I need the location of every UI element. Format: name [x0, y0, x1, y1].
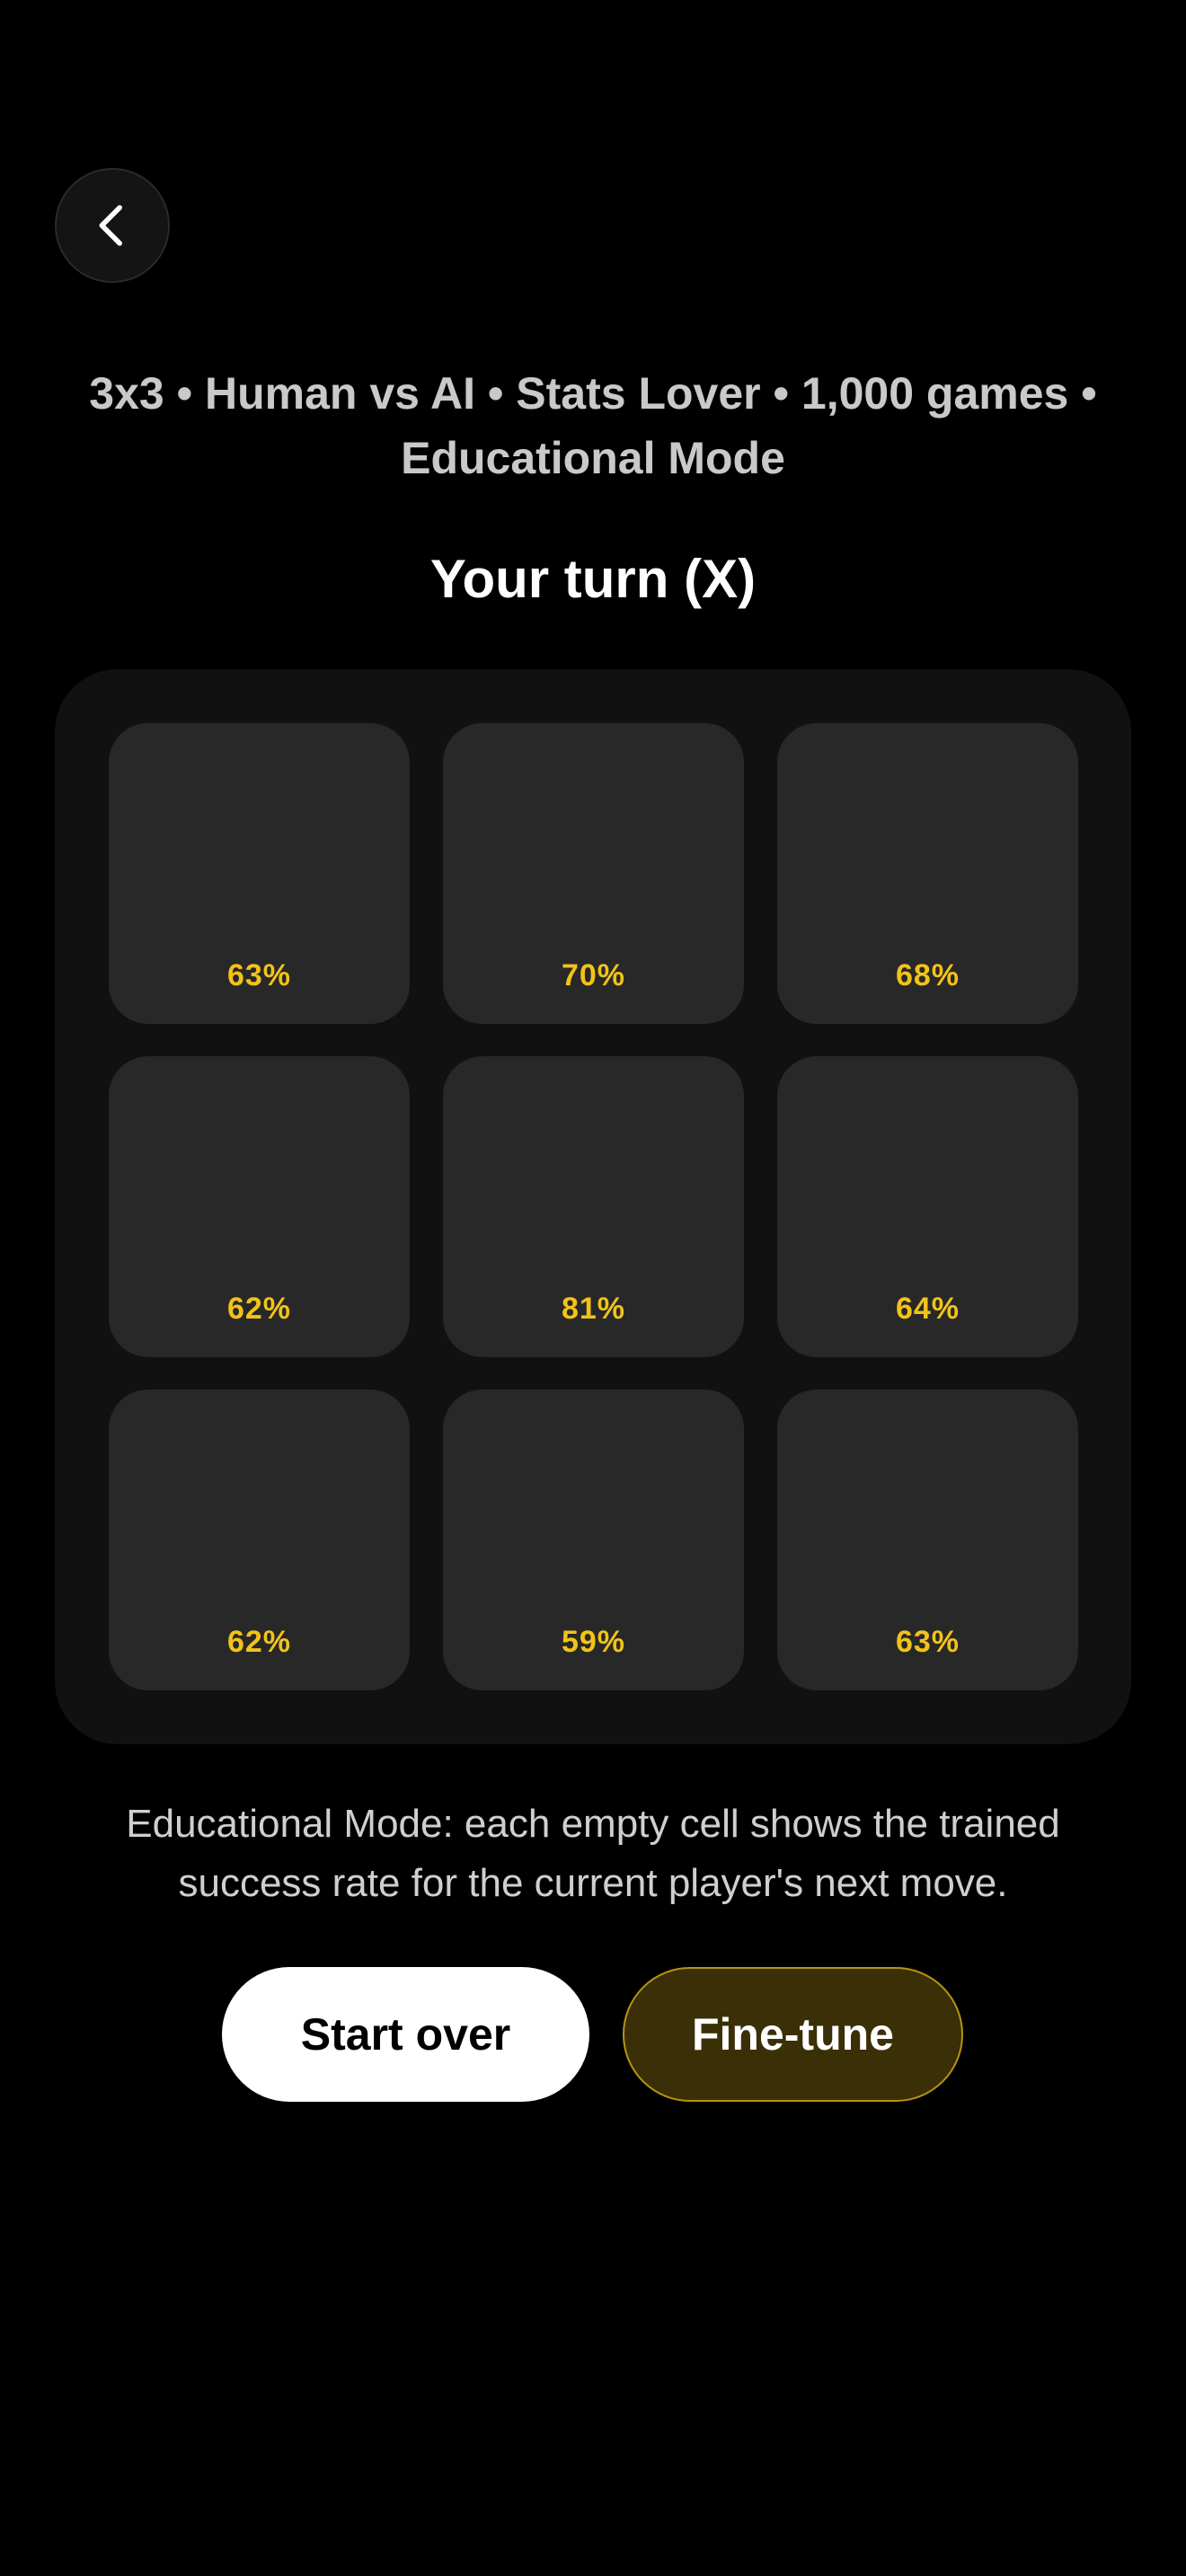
board-cell-r3-c1[interactable]: 62%	[109, 1389, 410, 1690]
back-button[interactable]	[55, 168, 170, 283]
cell-success-rate: 62%	[226, 1625, 292, 1659]
cell-success-rate: 62%	[226, 1292, 292, 1326]
game-board: 63% 70% 68% 62% 81% 64% 62% 59% 63%	[55, 669, 1131, 1744]
explanation-line-2: success rate for the current player's ne…	[178, 1861, 1008, 1905]
cell-success-rate: 81%	[561, 1292, 626, 1326]
educational-mode-explanation: Educational Mode: each empty cell shows …	[72, 1795, 1114, 1913]
board-cell-r2-c2[interactable]: 81%	[443, 1056, 744, 1357]
board-cell-r1-c1[interactable]: 63%	[109, 723, 410, 1024]
game-settings-line-1: 3x3 • Human vs AI • Stats Lover • 1,000 …	[89, 368, 1097, 419]
fine-tune-button[interactable]: Fine-tune	[623, 1967, 963, 2102]
start-over-button[interactable]: Start over	[222, 1967, 589, 2102]
explanation-line-1: Educational Mode: each empty cell shows …	[126, 1802, 1060, 1846]
chevron-left-icon	[99, 205, 122, 246]
board-cell-r3-c3[interactable]: 63%	[777, 1389, 1078, 1690]
board-cell-r1-c2[interactable]: 70%	[443, 723, 744, 1024]
cell-success-rate: 63%	[895, 1625, 960, 1659]
board-cell-r3-c2[interactable]: 59%	[443, 1389, 744, 1690]
game-settings-line-2: Educational Mode	[401, 433, 785, 483]
game-settings-summary: 3x3 • Human vs AI • Stats Lover • 1,000 …	[54, 361, 1132, 490]
turn-indicator: Your turn (X)	[429, 549, 757, 609]
board-cell-r2-c3[interactable]: 64%	[777, 1056, 1078, 1357]
cell-success-rate: 70%	[561, 958, 626, 992]
board-cell-r2-c1[interactable]: 62%	[109, 1056, 410, 1357]
cell-success-rate: 64%	[895, 1292, 960, 1326]
cell-success-rate: 63%	[226, 958, 292, 992]
board-cell-r1-c3[interactable]: 68%	[777, 723, 1078, 1024]
cell-success-rate: 59%	[561, 1625, 626, 1659]
cell-success-rate: 68%	[895, 958, 960, 992]
